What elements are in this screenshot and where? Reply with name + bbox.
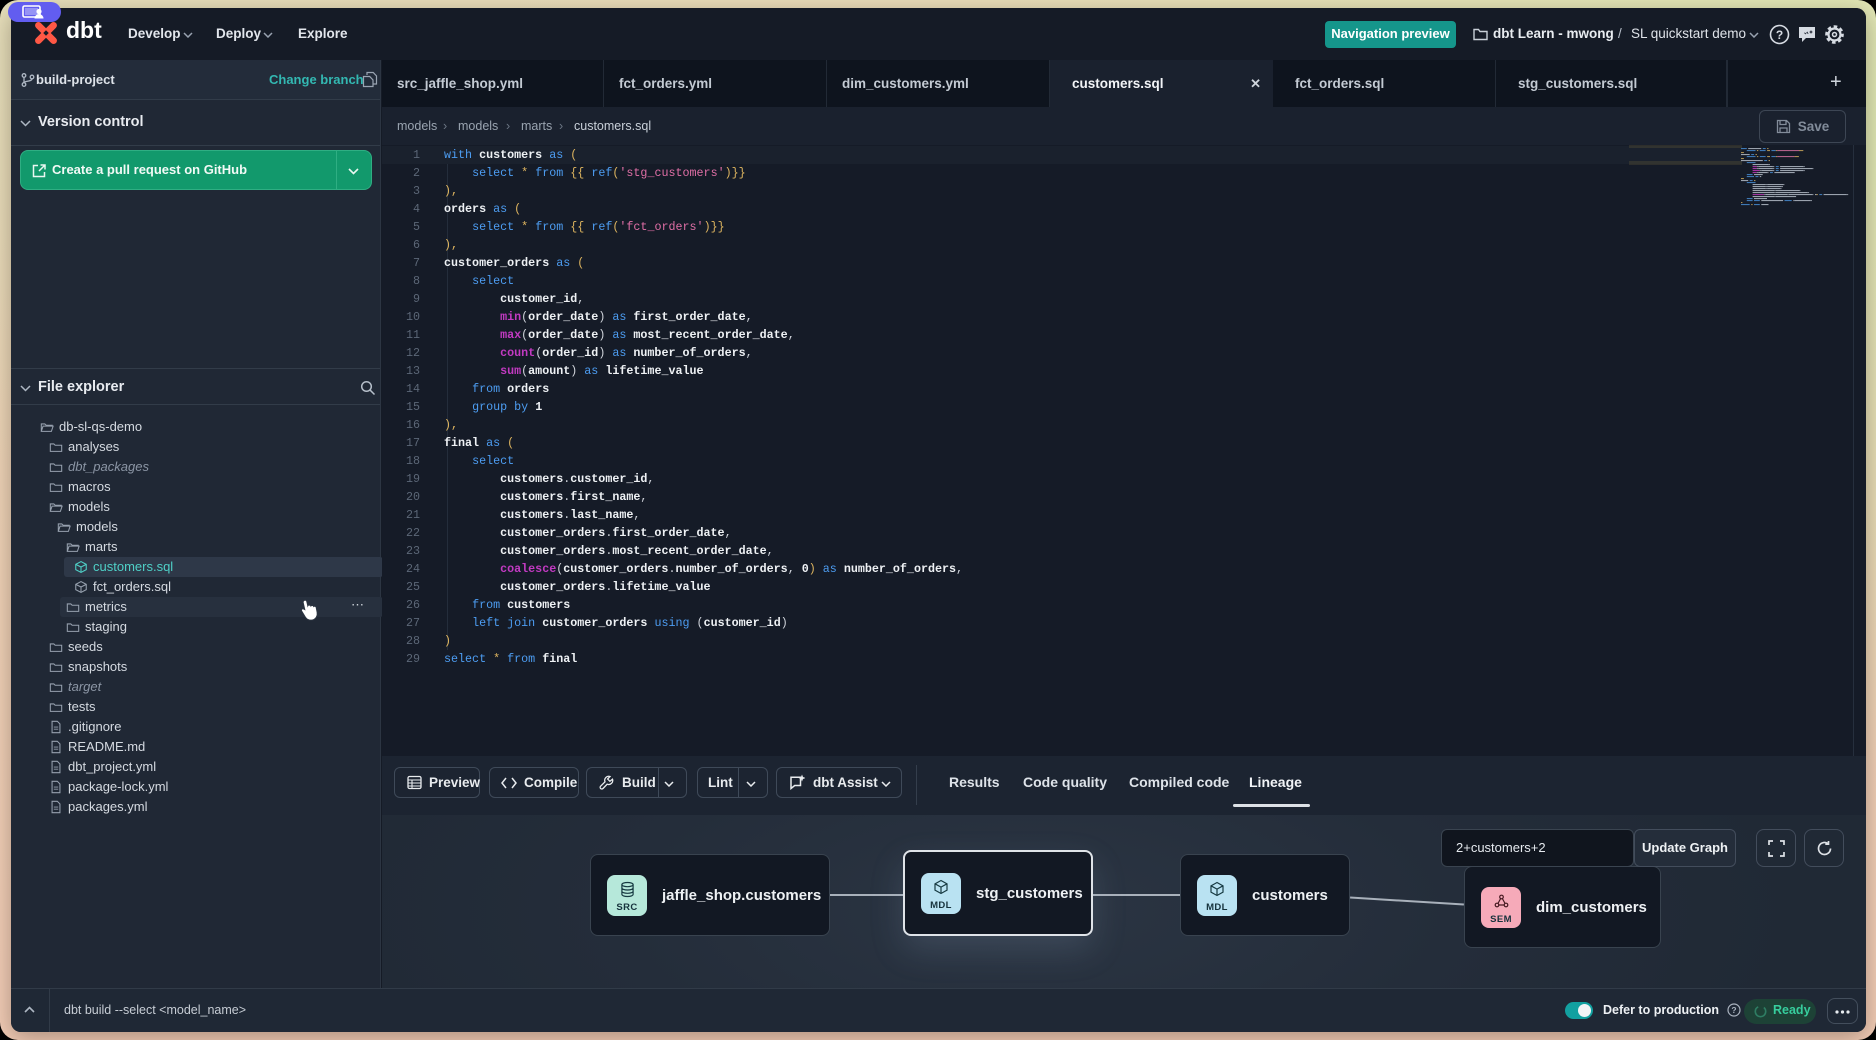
svg-text:?: ?: [1731, 1005, 1736, 1015]
svg-text:?: ?: [1776, 28, 1783, 42]
